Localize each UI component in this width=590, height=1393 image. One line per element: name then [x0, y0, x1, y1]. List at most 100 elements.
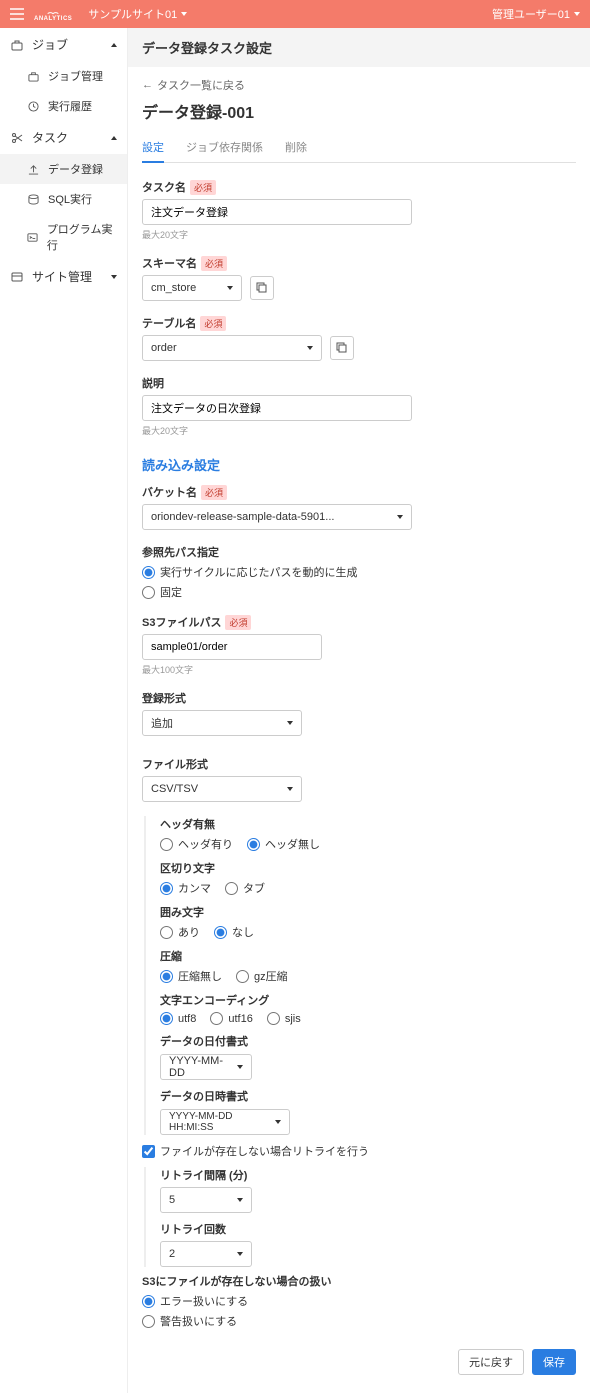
page-title: データ登録-001 — [142, 99, 576, 123]
tab-settings[interactable]: 設定 — [142, 133, 164, 163]
nav-item-sql-exec[interactable]: SQL実行 — [0, 184, 127, 214]
description-hint: 最大20文字 — [142, 424, 576, 437]
enclose-yes-radio[interactable]: あり — [160, 924, 200, 940]
schema-select[interactable]: cm_store — [142, 275, 242, 301]
terminal-icon — [26, 232, 39, 243]
window-icon — [10, 271, 24, 283]
retry-checkbox[interactable]: ファイルが存在しない場合リトライを行う — [142, 1143, 369, 1159]
s3-path-input[interactable] — [142, 634, 322, 660]
chevron-down-icon — [287, 787, 293, 791]
retry-interval-label: リトライ間隔 (分) — [160, 1167, 576, 1183]
s3-path-hint: 最大100文字 — [142, 663, 576, 676]
ref-path-label: 参照先パス指定 — [142, 544, 219, 560]
tab-dependencies[interactable]: ジョブ依存関係 — [186, 133, 263, 162]
table-select[interactable]: order — [142, 335, 322, 361]
main: データ登録タスク設定 ← タスク一覧に戻る データ登録-001 設定 ジョブ依存… — [128, 28, 590, 1393]
enclose-label: 囲み文字 — [160, 904, 576, 920]
required-badge: 必須 — [225, 615, 251, 630]
s3-path-label: S3ファイルパス — [142, 614, 221, 630]
schema-label: スキーマ名 — [142, 255, 197, 271]
arrow-left-icon: ← — [142, 79, 153, 91]
ref-fixed-radio[interactable]: 固定 — [142, 584, 182, 600]
save-button[interactable]: 保存 — [532, 1349, 576, 1375]
required-badge: 必須 — [190, 180, 216, 195]
delim-comma-radio[interactable]: カンマ — [160, 880, 211, 896]
delim-tab-radio[interactable]: タブ — [225, 880, 265, 896]
chevron-up-icon — [111, 43, 117, 47]
chevron-down-icon — [307, 346, 313, 350]
file-format-select[interactable]: CSV/TSV — [142, 776, 302, 802]
encoding-sjis-radio[interactable]: sjis — [267, 1012, 301, 1025]
nav-group-task[interactable]: タスク — [0, 121, 127, 154]
copy-table-button[interactable] — [330, 336, 354, 360]
nav-group-site[interactable]: サイト管理 — [0, 260, 127, 293]
datetime-fmt-label: データの日時書式 — [160, 1088, 576, 1104]
header-yes-radio[interactable]: ヘッダ有り — [160, 836, 233, 852]
description-label: 説明 — [142, 375, 164, 391]
retry-count-label: リトライ回数 — [160, 1221, 576, 1237]
delimiter-label: 区切り文字 — [160, 860, 576, 876]
compress-none-radio[interactable]: 圧縮無し — [160, 968, 222, 984]
file-format-label: ファイル形式 — [142, 756, 208, 772]
tabs: 設定 ジョブ依存関係 削除 — [142, 133, 576, 163]
header-no-radio[interactable]: ヘッダ無し — [247, 836, 320, 852]
chevron-down-icon — [237, 1252, 243, 1256]
compress-label: 圧縮 — [160, 948, 576, 964]
logo: ANALYTICS — [34, 6, 72, 22]
retry-interval-select[interactable]: 5 — [160, 1187, 252, 1213]
chevron-down-icon — [227, 286, 233, 290]
hamburger-icon[interactable] — [10, 8, 24, 20]
user-menu[interactable]: 管理ユーザー01 — [492, 6, 580, 22]
chevron-down-icon — [287, 721, 293, 725]
date-fmt-select[interactable]: YYYY-MM-DD — [160, 1054, 252, 1080]
chevron-down-icon — [237, 1065, 243, 1069]
page-header: データ登録タスク設定 — [128, 28, 590, 67]
required-badge: 必須 — [200, 316, 226, 331]
reg-type-select[interactable]: 追加 — [142, 710, 302, 736]
chevron-down-icon — [397, 515, 403, 519]
date-fmt-label: データの日付書式 — [160, 1033, 576, 1049]
site-selector[interactable]: サンプルサイト01 — [88, 6, 187, 22]
missing-warn-radio[interactable]: 警告扱いにする — [142, 1313, 237, 1329]
required-badge: 必須 — [201, 256, 227, 271]
compress-gz-radio[interactable]: gz圧縮 — [236, 968, 288, 984]
read-settings-title: 読み込み設定 — [142, 455, 576, 474]
copy-schema-button[interactable] — [250, 276, 274, 300]
chevron-down-icon — [111, 275, 117, 279]
table-label: テーブル名 — [142, 315, 196, 331]
s3-missing-label: S3にファイルが存在しない場合の扱い — [142, 1273, 331, 1289]
encoding-label: 文字エンコーディング — [160, 992, 576, 1008]
description-input[interactable] — [142, 395, 412, 421]
bucket-select[interactable]: oriondev-release-sample-data-5901... — [142, 504, 412, 530]
briefcase-icon — [10, 39, 24, 51]
logo-text: ANALYTICS — [34, 16, 72, 22]
scissors-icon — [10, 132, 24, 144]
nav-item-job-manage[interactable]: ジョブ管理 — [0, 61, 127, 91]
encoding-utf16-radio[interactable]: utf16 — [210, 1012, 252, 1025]
nav-item-data-register[interactable]: データ登録 — [0, 154, 127, 184]
chevron-down-icon — [275, 1120, 281, 1124]
enclose-no-radio[interactable]: なし — [214, 924, 254, 940]
nav-group-job[interactable]: ジョブ — [0, 28, 127, 61]
required-badge: 必須 — [201, 485, 227, 500]
missing-error-radio[interactable]: エラー扱いにする — [142, 1293, 248, 1309]
datetime-fmt-select[interactable]: YYYY-MM-DD HH:MI:SS — [160, 1109, 290, 1135]
task-name-input[interactable] — [142, 199, 412, 225]
tab-delete[interactable]: 削除 — [285, 133, 307, 162]
database-icon — [26, 194, 40, 205]
chevron-down-icon — [237, 1198, 243, 1202]
back-link[interactable]: ← タスク一覧に戻る — [142, 77, 245, 93]
task-name-label: タスク名 — [142, 179, 186, 195]
retry-count-select[interactable]: 2 — [160, 1241, 252, 1267]
task-name-hint: 最大20文字 — [142, 228, 576, 241]
nav-item-exec-history[interactable]: 実行履歴 — [0, 91, 127, 121]
history-icon — [26, 101, 40, 112]
reg-type-label: 登録形式 — [142, 690, 186, 706]
chevron-down-icon — [574, 12, 580, 16]
ref-dynamic-radio[interactable]: 実行サイクルに応じたパスを動的に生成 — [142, 564, 357, 580]
reset-button[interactable]: 元に戻す — [458, 1349, 524, 1375]
nav-item-program-exec[interactable]: プログラム実行 — [0, 214, 127, 260]
sidebar: ジョブ ジョブ管理 実行履歴 タスク データ登録 SQL実行 プログラム実行 サ… — [0, 28, 128, 1393]
encoding-utf8-radio[interactable]: utf8 — [160, 1012, 196, 1025]
top-bar: ANALYTICS サンプルサイト01 管理ユーザー01 — [0, 0, 590, 28]
